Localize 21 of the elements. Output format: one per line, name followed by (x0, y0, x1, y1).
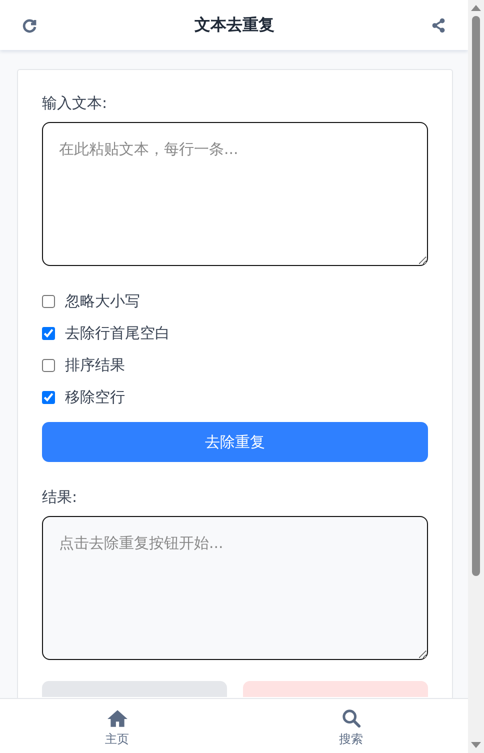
checkbox[interactable] (42, 390, 55, 404)
search-icon (342, 708, 360, 728)
field-label: 结果: (42, 488, 78, 507)
field-label: 输入文本: (42, 94, 108, 113)
option-label: 去除行首尾空白 (65, 324, 170, 342)
refresh-icon[interactable] (22, 17, 38, 33)
option-label: 移除空行 (65, 388, 125, 406)
home-icon (106, 708, 128, 728)
checkbox[interactable] (42, 358, 55, 372)
checkbox[interactable] (42, 294, 55, 308)
remove-duplicates-button[interactable]: 去除重复 (42, 422, 428, 462)
share-icon[interactable] (431, 18, 446, 32)
page-title: 文本去重复 (194, 14, 274, 36)
option-label: 忽略大小写 (65, 292, 140, 310)
scrollbar[interactable] (468, 0, 484, 753)
nav-item[interactable]: 搜索 (234, 699, 468, 753)
text-input[interactable]: 在此粘贴文本，每行一条... (42, 122, 428, 266)
option-label: 排序结果 (65, 356, 125, 374)
nav-item[interactable]: 主页 (0, 699, 234, 753)
checkbox[interactable] (42, 326, 55, 340)
result-output[interactable]: 点击去除重复按钮开始... (42, 516, 428, 660)
